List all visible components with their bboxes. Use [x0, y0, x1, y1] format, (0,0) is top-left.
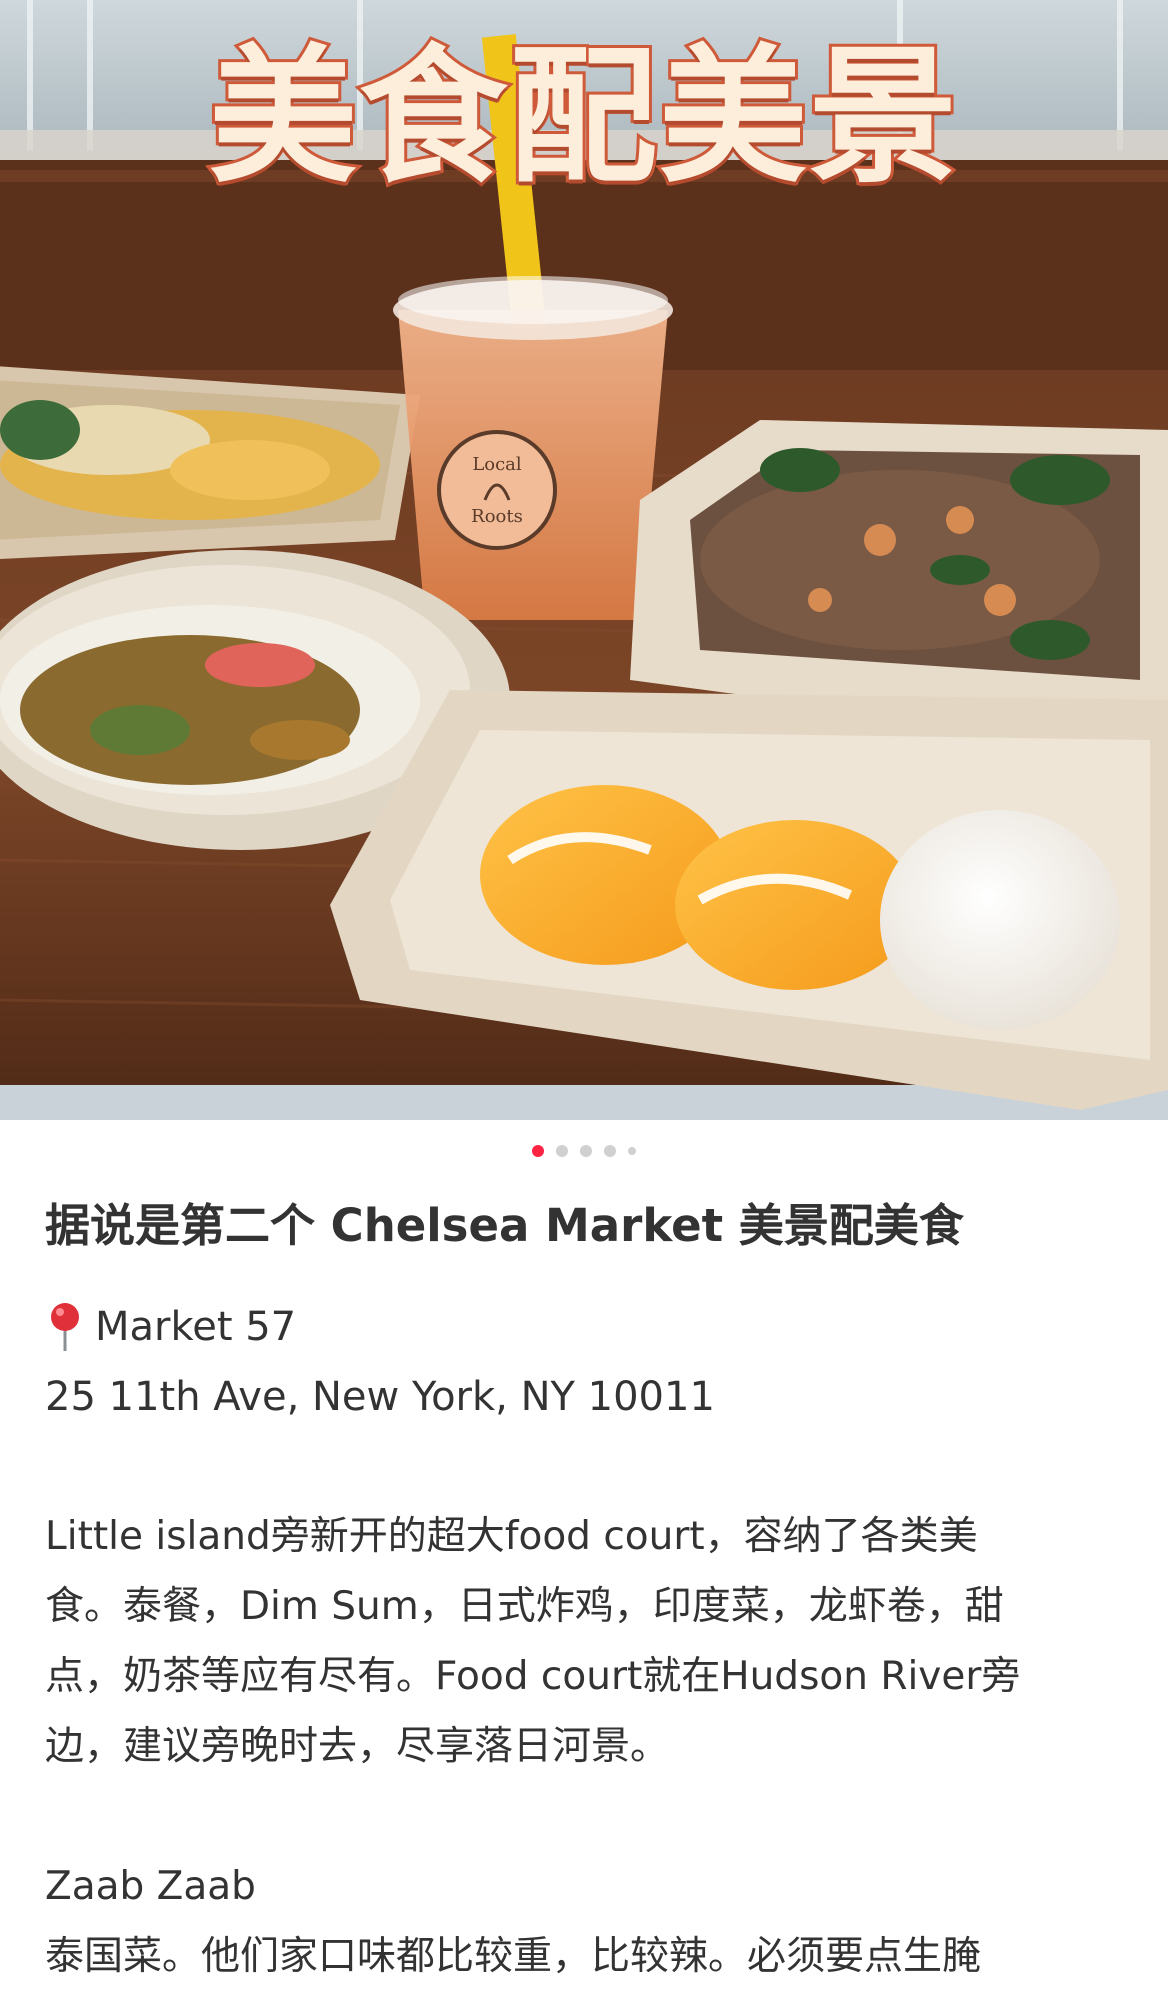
post-content: 据说是第二个 Chelsea Market 美景配美食 Market 57 25… — [45, 1190, 1128, 1992]
paragraph-line: 食。泰餐，Dim Sum，日式炸鸡，印度菜，龙虾卷，甜 — [45, 1584, 1004, 1629]
carousel-dot-1[interactable] — [532, 1145, 544, 1157]
overlay-title: 美食配美景 — [206, 28, 960, 206]
carousel-dot-5[interactable] — [628, 1147, 636, 1155]
red-pin-icon — [51, 1303, 79, 1351]
carousel-dot-4[interactable] — [604, 1145, 616, 1157]
svg-text:Local: Local — [472, 454, 522, 475]
address: 25 11th Ave, New York, NY 10011 — [45, 1374, 715, 1420]
paragraph-line: 泰国菜。他们家口味都比较重，比较辣。必须要点生腌 — [45, 1934, 982, 1979]
hero-image[interactable]: Local Roots 美食配美景 — [0, 0, 1168, 1120]
carousel-dot-3[interactable] — [580, 1145, 592, 1157]
paragraph-line: Little island旁新开的超大food court，容纳了各类美 — [45, 1514, 978, 1559]
location-name: Market 57 — [95, 1304, 297, 1350]
location-name-line: Market 57 — [45, 1292, 1128, 1362]
carousel-indicator[interactable] — [0, 1145, 1168, 1157]
post-title: 据说是第二个 Chelsea Market 美景配美食 — [45, 1199, 964, 1252]
section-title: Zaab Zaab — [45, 1864, 256, 1909]
paragraph-line: 点，奶茶等应有尽有。Food court就在Hudson River旁 — [45, 1654, 1021, 1699]
svg-text:Roots: Roots — [471, 506, 523, 527]
carousel-dot-2[interactable] — [556, 1145, 568, 1157]
paragraph-line: 边，建议旁晚时去，尽享落日河景。 — [45, 1724, 670, 1769]
noodle-tray — [0, 366, 420, 560]
